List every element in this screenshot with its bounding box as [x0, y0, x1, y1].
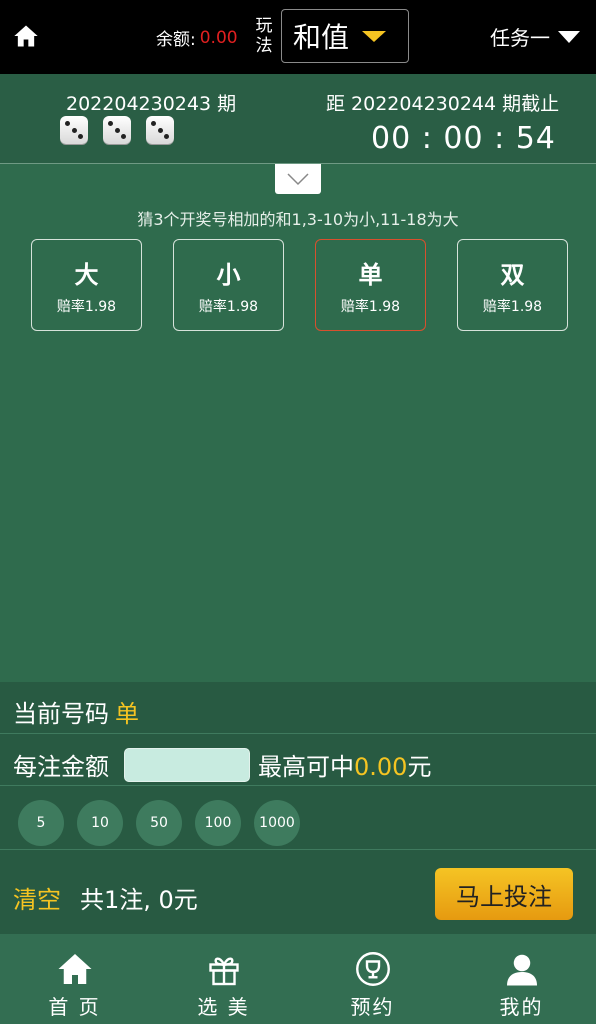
submit-row: 清空 共1注, 0元 马上投注: [0, 850, 596, 934]
amount-input[interactable]: [124, 748, 250, 782]
option-even[interactable]: 双 赔率1.98: [457, 239, 568, 331]
option-rate: 赔率1.98: [198, 298, 259, 315]
clear-button[interactable]: 清空: [13, 880, 61, 915]
option-name: 大: [74, 260, 99, 289]
amount-chips: 5 10 50 100 1000: [18, 800, 300, 846]
option-small[interactable]: 小 赔率1.98: [173, 239, 284, 331]
chip-1000[interactable]: 1000: [254, 800, 300, 846]
trophy-icon: [355, 952, 390, 986]
nav-reserve[interactable]: 预约: [298, 934, 447, 1024]
amount-label: 每注金额: [13, 753, 109, 781]
user-icon: [506, 954, 537, 986]
nav-mine[interactable]: 我的: [447, 934, 596, 1024]
task-select[interactable]: 任务一: [490, 22, 580, 51]
place-bet-button[interactable]: 马上投注: [435, 868, 573, 920]
next-period: 距 202204230244 期截止: [326, 93, 560, 115]
chip-100[interactable]: 100: [195, 800, 241, 846]
max-win-value: 0.00: [354, 753, 408, 781]
bet-panel: 当前号码单 每注金额 最高可中0.00元 5 10 50 100 1000 清空…: [0, 682, 596, 934]
nav-select[interactable]: 选 美: [149, 934, 298, 1024]
top-bar: 余额: 0.00 玩法 和值 任务一: [0, 0, 596, 74]
die-icon: [60, 116, 88, 144]
chevron-down-icon: [287, 173, 309, 186]
caret-down-icon: [558, 30, 580, 43]
option-name: 小: [216, 260, 241, 289]
nav-label: 预约: [350, 995, 395, 1019]
nav-label: 我的: [499, 995, 544, 1019]
play-label: 玩法: [255, 16, 273, 56]
balance: 余额: 0.00: [156, 25, 238, 51]
current-period: 202204230243 期: [66, 93, 237, 115]
chip-50[interactable]: 50: [136, 800, 182, 846]
max-win-unit: 元: [407, 753, 432, 781]
task-label: 任务一: [490, 26, 550, 50]
home-icon: [58, 954, 91, 984]
period-header: 202204230243 期 距 202204230244 期截止 00 : 0…: [0, 74, 596, 164]
countdown: 00 : 00 : 54: [371, 121, 556, 156]
current-number-value: 单: [115, 700, 139, 728]
option-rate: 赔率1.98: [56, 298, 117, 315]
option-odd[interactable]: 单 赔率1.98: [315, 239, 426, 331]
gift-icon: [208, 957, 239, 986]
max-win: 最高可中0.00元: [258, 747, 431, 782]
die-icon: [103, 116, 131, 144]
dice-result: [60, 116, 174, 144]
nav-label: 首 页: [48, 995, 101, 1019]
bottom-nav: 首 页 选 美 预约 我的: [0, 934, 596, 1024]
rule-hint: 猜3个开奖号相加的和1,3-10为小,11-18为大: [137, 210, 459, 229]
home-icon[interactable]: [12, 22, 40, 50]
current-number: 当前号码单: [13, 694, 139, 729]
option-rate: 赔率1.98: [340, 298, 401, 315]
bet-summary: 共1注, 0元: [80, 886, 198, 914]
chip-10[interactable]: 10: [77, 800, 123, 846]
play-select-value: 和值: [293, 21, 350, 54]
play-select[interactable]: 和值: [281, 9, 409, 63]
max-win-label: 最高可中: [258, 753, 354, 781]
current-number-label: 当前号码: [13, 700, 109, 728]
bet-options: 大 赔率1.98 小 赔率1.98 单 赔率1.98 双 赔率1.98: [31, 239, 568, 331]
chip-5[interactable]: 5: [18, 800, 64, 846]
current-number-row: 当前号码单: [0, 682, 596, 734]
option-name: 单: [358, 260, 383, 289]
chip-row: 5 10 50 100 1000: [0, 786, 596, 850]
balance-label: 余额:: [156, 30, 196, 50]
caret-down-icon: [362, 31, 386, 42]
balance-value: 0.00: [199, 27, 238, 48]
die-icon: [146, 116, 174, 144]
option-rate: 赔率1.98: [482, 298, 543, 315]
nav-label: 选 美: [197, 995, 250, 1019]
nav-home[interactable]: 首 页: [0, 934, 149, 1024]
amount-row: 每注金额 最高可中0.00元: [0, 734, 596, 786]
option-big[interactable]: 大 赔率1.98: [31, 239, 142, 331]
option-name: 双: [500, 260, 525, 289]
expand-toggle[interactable]: [275, 164, 321, 194]
